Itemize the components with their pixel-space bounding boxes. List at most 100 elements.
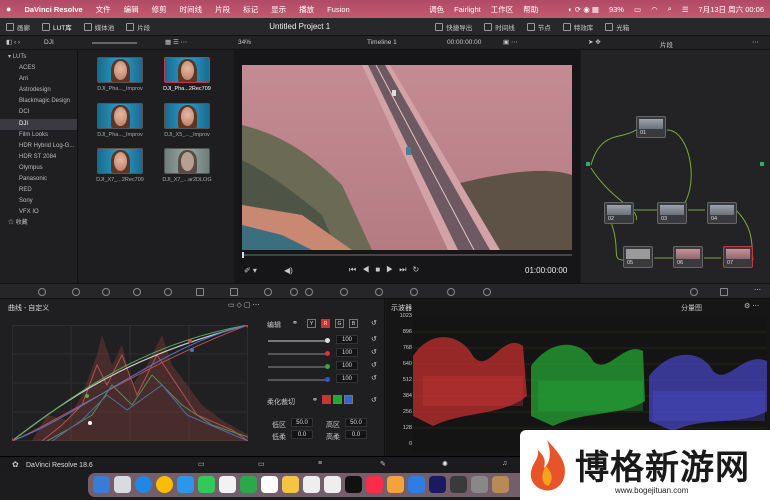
g-value[interactable]: 100: [336, 361, 358, 370]
node-03[interactable]: 03: [657, 202, 687, 224]
after-effects-icon[interactable]: [429, 476, 446, 493]
node-04[interactable]: 04: [707, 202, 737, 224]
scope-mode[interactable]: 分量图: [681, 303, 702, 313]
music-icon[interactable]: [366, 476, 383, 493]
gallery-tab[interactable]: 画廊: [6, 22, 30, 32]
menu-playback[interactable]: 播放: [299, 4, 314, 15]
sizing-icon[interactable]: [447, 288, 455, 296]
davinci-resolve-icon[interactable]: [450, 476, 467, 493]
tree-item[interactable]: Olympus: [0, 163, 77, 174]
reminders-icon[interactable]: [303, 476, 320, 493]
r-value[interactable]: 100: [336, 348, 358, 357]
tree-item[interactable]: HDR ST 2084: [0, 152, 77, 163]
y-slider-knob[interactable]: [325, 338, 330, 343]
calendar-icon[interactable]: [261, 476, 278, 493]
curves-mode-icons[interactable]: ▭ ◇ ▢ ⋯: [228, 301, 259, 309]
lut-thumb[interactable]: [97, 57, 143, 83]
b-value[interactable]: 100: [336, 374, 358, 383]
media-page-icon[interactable]: ▭: [198, 460, 205, 468]
finder-icon[interactable]: [93, 476, 110, 493]
red-chip[interactable]: [322, 395, 331, 404]
viewer-zoom[interactable]: 34%: [238, 39, 251, 46]
launchpad-icon[interactable]: [114, 476, 131, 493]
y-value[interactable]: 100: [336, 335, 358, 344]
reset-icon[interactable]: ↺: [371, 319, 377, 327]
node-02[interactable]: 02: [604, 202, 634, 224]
tree-item[interactable]: Arri: [0, 74, 77, 85]
tree-item-selected[interactable]: DJI: [0, 118, 77, 130]
link-icon[interactable]: ⚭: [312, 396, 318, 404]
thumb-size-slider[interactable]: [92, 42, 137, 44]
mail-icon[interactable]: [177, 476, 194, 493]
facetime-icon[interactable]: [240, 476, 257, 493]
clip-mode[interactable]: 片段: [660, 39, 673, 49]
green-chip[interactable]: [333, 395, 342, 404]
rgb-mixer-icon[interactable]: [133, 288, 141, 296]
tree-item[interactable]: HDR Hybrid Log-G...: [0, 141, 77, 152]
lut-thumb[interactable]: [97, 148, 143, 174]
qualifier-icon[interactable]: [264, 288, 272, 296]
low-value[interactable]: 50.0: [291, 418, 313, 427]
color-wheels-icon[interactable]: [102, 288, 110, 296]
high-soft-value[interactable]: 0.0: [345, 430, 367, 439]
channel-y[interactable]: Y: [307, 319, 318, 328]
tree-item[interactable]: ACES: [0, 63, 77, 74]
lut-thumb[interactable]: [164, 103, 210, 129]
lut-thumb[interactable]: [97, 103, 143, 129]
low-soft-value[interactable]: 0.0: [291, 430, 313, 439]
apple-logo-icon[interactable]: ●: [6, 4, 11, 14]
b-slider[interactable]: [268, 379, 328, 381]
node-06[interactable]: 06: [673, 246, 703, 268]
sidebar-toggle-icon[interactable]: ◧ ‹ ›: [6, 38, 20, 46]
lut-thumb-selected[interactable]: [164, 57, 210, 83]
tree-item[interactable]: Panasonic: [0, 174, 77, 185]
safari-icon[interactable]: [135, 476, 152, 493]
pointer-tool-icon[interactable]: ➤ ✥: [588, 38, 601, 46]
high-value[interactable]: 50.0: [345, 418, 367, 427]
clips-tab[interactable]: 片段: [126, 22, 150, 32]
menu-file[interactable]: 文件: [96, 4, 111, 15]
scope-settings-icon[interactable]: ⚙ ⋯: [744, 302, 759, 310]
channel-r[interactable]: R: [321, 319, 332, 328]
menu-edit[interactable]: 编辑: [124, 4, 139, 15]
color-page-icon[interactable]: ✺: [442, 460, 448, 468]
system-settings-icon[interactable]: [471, 476, 488, 493]
keynote-icon[interactable]: [408, 476, 425, 493]
blue-chip[interactable]: [344, 395, 353, 404]
y-slider[interactable]: [268, 340, 328, 342]
reset-icon[interactable]: ↺: [371, 374, 377, 382]
menu-workspace[interactable]: 工作区: [491, 4, 514, 15]
tree-item[interactable]: VFX IO: [0, 207, 77, 218]
effects-tab[interactable]: 特效库: [562, 22, 593, 32]
freeform-icon[interactable]: [324, 476, 341, 493]
more-options-icon[interactable]: ⋯: [754, 286, 761, 294]
tree-item[interactable]: Astrodesign: [0, 85, 77, 96]
window-icon[interactable]: [290, 288, 298, 296]
tree-item[interactable]: Film Looks: [0, 130, 77, 141]
channel-b[interactable]: B: [349, 319, 360, 328]
r-slider-knob[interactable]: [325, 351, 330, 356]
g-slider-knob[interactable]: [325, 364, 330, 369]
transport-controls[interactable]: ⏮◀■▶⏭↻: [349, 265, 425, 275]
curves-icon[interactable]: [196, 288, 204, 296]
timeline-tab[interactable]: 时间线: [484, 22, 515, 32]
key-icon[interactable]: [410, 288, 418, 296]
dropper-icon[interactable]: ✐ ▾: [244, 266, 257, 275]
tree-item[interactable]: RED: [0, 185, 77, 196]
menu-trim[interactable]: 修剪: [152, 4, 167, 15]
scopes-icon[interactable]: [720, 288, 728, 296]
color-match-icon[interactable]: [72, 288, 80, 296]
edit-page-icon[interactable]: ≡: [318, 460, 322, 467]
menu-fusion[interactable]: Fusion: [327, 5, 350, 14]
menu-help[interactable]: 帮助: [523, 4, 538, 15]
motion-effects-icon[interactable]: [164, 288, 172, 296]
reset-icon[interactable]: ↺: [371, 361, 377, 369]
reset-icon[interactable]: ↺: [371, 396, 377, 404]
menu-app-name[interactable]: DaVinci Resolve: [24, 5, 82, 14]
video-frame[interactable]: [242, 65, 572, 250]
viewer-options-icon[interactable]: ▣ ⋯: [503, 38, 517, 46]
tree-root[interactable]: ▾ LUTs: [0, 52, 77, 63]
subbar-more-icon[interactable]: ⋯: [752, 38, 759, 46]
nodes-tab[interactable]: 节点: [526, 22, 551, 32]
folder-icon[interactable]: [492, 476, 509, 493]
